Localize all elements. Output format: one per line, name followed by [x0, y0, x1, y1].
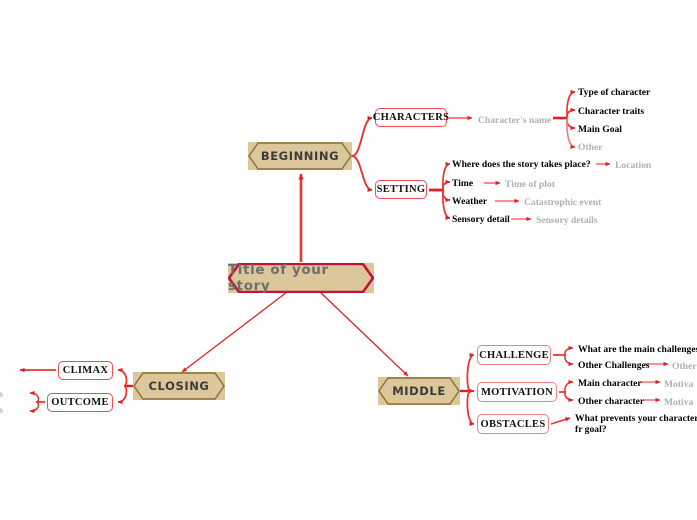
leaf-time[interactable]: Time [452, 178, 473, 189]
leaf-main-goal[interactable]: Main Goal [578, 124, 622, 135]
leaf-other-challenges-placeholder[interactable]: Other [672, 361, 697, 372]
leaf-other-character[interactable]: Other character [578, 396, 644, 407]
node-closing-label: CLOSING [148, 379, 210, 393]
leaf-obstacles-question[interactable]: What prevents your character fr goal? [575, 413, 697, 435]
leaf-characters-name-placeholder[interactable]: Character's name [478, 115, 551, 126]
node-middle-label: MIDDLE [392, 384, 446, 398]
leaf-characters-other[interactable]: Other [578, 142, 603, 153]
node-obstacles[interactable]: OBSTACLES [477, 414, 549, 434]
leaf-story-place-question[interactable]: Where does the story takes place? [452, 159, 591, 170]
node-characters[interactable]: CHARACTERS [373, 108, 449, 127]
node-middle[interactable]: MIDDLE [378, 377, 460, 405]
node-motivation[interactable]: MOTIVATION [477, 382, 557, 402]
leaf-weather[interactable]: Weather [452, 196, 487, 207]
node-closing[interactable]: CLOSING [133, 372, 225, 400]
leaf-outcome-placeholder-1[interactable]: comes [0, 389, 3, 400]
leaf-other-challenges[interactable]: Other Challenges [578, 360, 650, 371]
node-climax[interactable]: CLIMAX [58, 361, 113, 380]
connector-lines [19, 89, 669, 427]
node-beginning[interactable]: BEGINNING [248, 142, 352, 170]
leaf-main-character[interactable]: Main character [578, 378, 642, 389]
node-challenge[interactable]: CHALLENGE [477, 345, 551, 365]
mindmap-canvas: Title of your story BEGINNING CLOSING MI… [0, 0, 697, 520]
leaf-type-of-character[interactable]: Type of character [578, 87, 650, 98]
node-beginning-label: BEGINNING [260, 149, 340, 163]
leaf-character-traits[interactable]: Character traits [578, 106, 644, 117]
leaf-sensory-detail[interactable]: Sensory detail [452, 214, 510, 225]
leaf-catastrophic-event-placeholder[interactable]: Catastrophic event [524, 197, 601, 208]
leaf-main-character-motivation-placeholder[interactable]: Motiva [664, 379, 693, 390]
node-setting[interactable]: SETTING [375, 180, 427, 199]
central-node-label: Title of your story [228, 262, 329, 294]
leaf-other-character-motivation-placeholder[interactable]: Motiva [664, 397, 693, 408]
leaf-main-challenges-question[interactable]: What are the main challenges in [578, 344, 697, 355]
leaf-location-placeholder[interactable]: Location [615, 160, 651, 171]
leaf-outcome-placeholder-2[interactable]: comes [0, 405, 3, 416]
leaf-sensory-details-placeholder[interactable]: Sensory details [536, 215, 598, 226]
node-outcome[interactable]: OUTCOME [47, 393, 113, 412]
central-node-title[interactable]: Title of your story [228, 262, 374, 294]
leaf-time-of-plot-placeholder[interactable]: Time of plot [505, 179, 555, 190]
